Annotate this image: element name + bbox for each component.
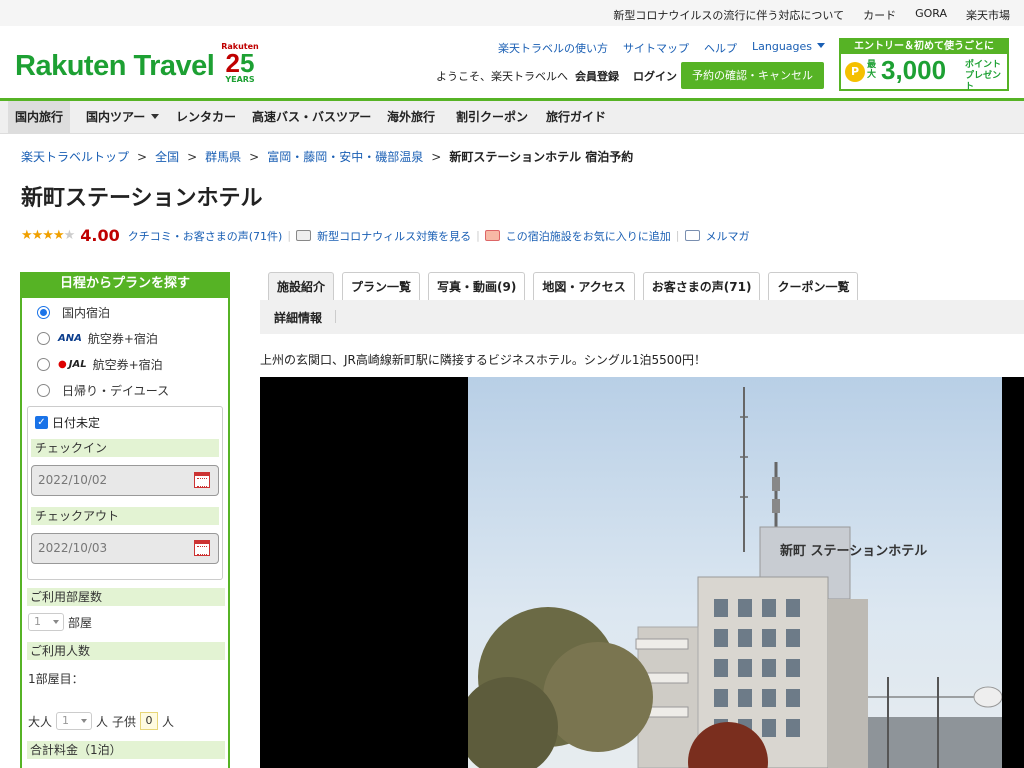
anniversary-25-logo: Rakuten 25 YEARS <box>221 42 259 84</box>
promo-unit: ポイント プレゼント <box>965 60 1002 92</box>
star-rating: ★★★★★ <box>21 228 75 243</box>
svg-text:新町 ステーションホテル: 新町 ステーションホテル <box>780 543 927 559</box>
covid-notice-link[interactable]: 新型コロナウイルスの流行に伴う対応について <box>613 7 844 23</box>
welcome-text: ようこそ、楽天トラベルへ <box>436 70 568 83</box>
promo-amount: 3,000 <box>881 55 947 85</box>
radio[interactable] <box>37 332 50 345</box>
rooms-row: 1 部屋 <box>28 613 92 631</box>
calendar-icon[interactable] <box>194 472 210 488</box>
nav-rentacar[interactable]: レンタカー <box>169 101 243 134</box>
point-coin-icon: P <box>845 62 865 82</box>
languages-dropdown[interactable]: Languages <box>752 40 825 56</box>
login-link[interactable]: ログイン <box>633 68 677 84</box>
total-price-label: 合計料金（1泊） <box>27 741 225 759</box>
rating-score: 4.00 <box>80 226 120 245</box>
breadcrumb-top[interactable]: 楽天トラベルトップ <box>21 148 129 165</box>
favorite-icon <box>484 230 500 241</box>
option-jal-stay[interactable]: JAL 航空券+宿泊 <box>37 356 163 373</box>
chevron-down-icon <box>151 114 160 119</box>
checkin-label: チェックイン <box>31 439 219 457</box>
radio-checked[interactable] <box>37 306 50 319</box>
nav-domestic[interactable]: 国内旅行 <box>8 101 71 134</box>
option-ana-stay[interactable]: ANA 航空券+宿泊 <box>37 330 158 347</box>
points-promo-banner[interactable]: エントリー＆初めて使うごとに P 最大 3,000 ポイント プレゼント <box>839 38 1009 92</box>
children-input[interactable]: 0 <box>140 712 159 730</box>
plan-search-panel: 日程からプランを探す 国内宿泊 ANA 航空券+宿泊 JAL 航空券+宿泊 日帰… <box>20 272 230 768</box>
subtab-details[interactable]: 詳細情報 <box>274 309 322 326</box>
hotel-intro: 上州の玄関口、JR高崎線新町駅に隣接するビジネスホテル。シングル1泊5500円！ <box>260 353 707 367</box>
nav-domestic-tour[interactable]: 国内ツアー <box>79 101 166 134</box>
add-favorite-link[interactable]: この宿泊施設をお気に入りに追加 <box>506 228 671 244</box>
building-sign: 新町 ステーションホテル <box>780 543 927 559</box>
check-icon[interactable]: ✓ <box>35 416 48 429</box>
people-label: ご利用人数 <box>27 642 225 660</box>
top-utility-links: 新型コロナウイルスの流行に伴う対応について カード GORA 楽天市場 <box>613 7 1010 23</box>
site-header: Rakuten Travel Rakuten 25 YEARS 楽天トラベルの使… <box>0 26 1024 98</box>
rooms-label: ご利用部屋数 <box>27 588 225 606</box>
jal-logo-icon: JAL <box>58 359 87 370</box>
building-illustration: 新町 ステーションホテル <box>468 387 1002 768</box>
rooms-select[interactable]: 1 <box>28 613 64 631</box>
room1-label: 1部屋目： <box>28 672 84 686</box>
page-title: 新町ステーションホテル <box>21 186 263 211</box>
breadcrumb-national[interactable]: 全国 <box>155 148 179 165</box>
radio[interactable] <box>37 384 50 397</box>
promo-max: 最大 <box>867 60 877 80</box>
tab-reviews[interactable]: お客さまの声(71) <box>642 272 761 300</box>
card-link[interactable]: カード <box>863 7 896 23</box>
top-utility-bar: 新型コロナウイルスの流行に伴う対応について カード GORA 楽天市場 <box>0 0 1024 26</box>
sitemap-link[interactable]: サイトマップ <box>623 40 689 56</box>
breadcrumb-gunma[interactable]: 群馬県 <box>205 148 241 165</box>
ichiba-link[interactable]: 楽天市場 <box>966 7 1010 23</box>
header-links: 楽天トラベルの使い方 サイトマップ ヘルプ Languages <box>498 40 825 56</box>
promo-headline: エントリー＆初めて使うごとに <box>841 40 1007 54</box>
breadcrumb-area[interactable]: 富岡・藤岡・安中・磯部温泉 <box>267 148 423 165</box>
nav-overseas[interactable]: 海外旅行 <box>380 101 442 134</box>
rating-row: ★★★★★ 4.00 クチコミ・お客さまの声(71件) | 新型コロナウィルス対… <box>21 226 750 245</box>
checkin-input[interactable]: 2022/10/02 <box>31 465 219 496</box>
nav-bus[interactable]: 高速バス・バスツアー <box>245 101 378 134</box>
checkout-input[interactable]: 2022/10/03 <box>31 533 219 564</box>
tab-plans[interactable]: プラン一覧 <box>342 272 421 300</box>
people-row: 大人 1 人 子供 0 人 <box>28 712 175 730</box>
rakuten-travel-logo[interactable]: Rakuten Travel <box>15 50 215 83</box>
hotel-photo[interactable]: 新町 ステーションホテル <box>260 377 1024 768</box>
covid-measures-link[interactable]: 新型コロナウィルス対策を見る <box>317 228 471 244</box>
tab-map[interactable]: 地図・アクセス <box>533 272 635 300</box>
checkout-label: チェックアウト <box>31 507 219 525</box>
mailmag-link[interactable]: メルマガ <box>706 228 750 244</box>
gora-link[interactable]: GORA <box>915 7 947 23</box>
howto-link[interactable]: 楽天トラベルの使い方 <box>498 40 608 56</box>
nav-guide[interactable]: 旅行ガイド <box>539 101 613 134</box>
hotel-building-image: 新町 ステーションホテル <box>468 377 1002 768</box>
breadcrumb-current: 新町ステーションホテル 宿泊予約 <box>449 150 634 164</box>
date-undecided-checkbox[interactable]: ✓ 日付未定 <box>35 414 100 431</box>
sub-tab-bar: 詳細情報 <box>260 300 1024 334</box>
breadcrumb: 楽天トラベルトップ > 全国 > 群馬県 > 富岡・藤岡・安中・磯部温泉 > 新… <box>21 148 634 165</box>
main-nav: 国内旅行 国内ツアー レンタカー 高速バス・バスツアー 海外旅行 割引クーポン … <box>0 98 1024 134</box>
ana-logo-icon: ANA <box>58 333 82 344</box>
tab-coupons[interactable]: クーポン一覧 <box>768 272 859 300</box>
tab-overview[interactable]: 施設紹介 <box>268 272 335 300</box>
radio[interactable] <box>37 358 50 371</box>
hotel-tabs: 施設紹介 プラン一覧 写真・動画(9) 地図・アクセス お客さまの声(71) ク… <box>268 272 859 300</box>
covid-info-icon <box>296 230 312 241</box>
nav-coupon[interactable]: 割引クーポン <box>449 101 535 134</box>
option-domestic-stay[interactable]: 国内宿泊 <box>37 304 110 321</box>
option-dayuse[interactable]: 日帰り・デイユース <box>37 382 169 399</box>
adults-select[interactable]: 1 <box>56 712 93 730</box>
tab-photos[interactable]: 写真・動画(9) <box>428 272 526 300</box>
reviews-link[interactable]: クチコミ・お客さまの声(71件) <box>128 228 283 244</box>
search-panel-title: 日程からプランを探す <box>22 272 228 298</box>
help-link[interactable]: ヘルプ <box>704 40 737 56</box>
member-register-link[interactable]: 会員登録 <box>575 68 619 84</box>
reservation-check-button[interactable]: 予約の確認・キャンセル <box>681 62 824 89</box>
calendar-icon[interactable] <box>194 540 210 556</box>
mail-icon <box>684 230 700 241</box>
date-box: ✓ 日付未定 チェックイン 2022/10/02 チェックアウト 2022/10… <box>27 406 223 580</box>
